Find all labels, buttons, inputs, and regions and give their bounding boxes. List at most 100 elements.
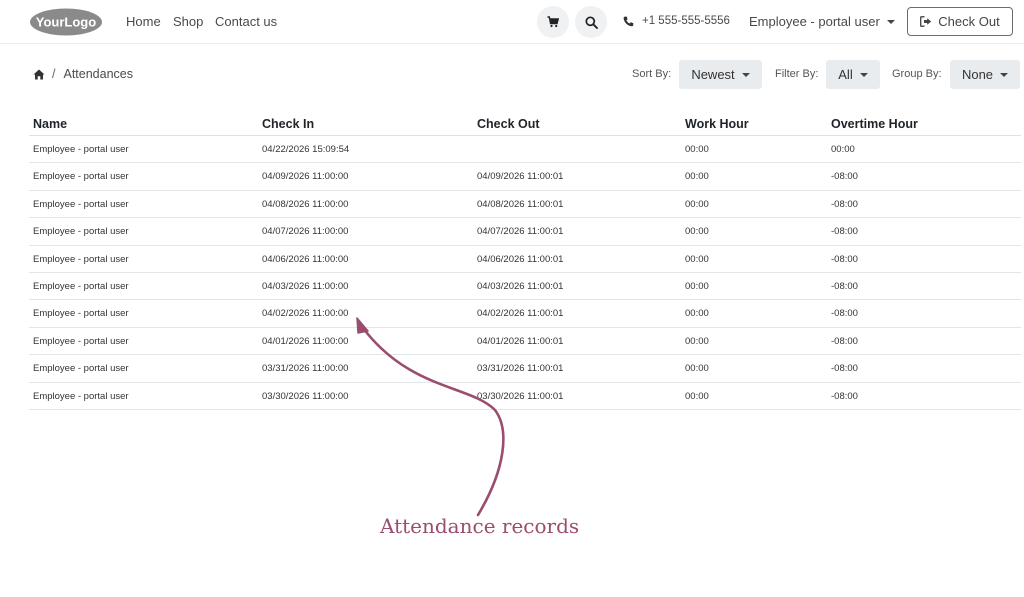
table-body: Employee - portal user 04/22/2026 15:09:5… xyxy=(29,136,1021,410)
cell-name: Employee - portal user xyxy=(33,308,129,320)
cell-work-hour: 00:00 xyxy=(685,198,709,210)
cell-name: Employee - portal user xyxy=(33,363,129,375)
cell-check-in: 04/07/2026 11:00:00 xyxy=(262,226,349,238)
cell-overtime-hour: -08:00 xyxy=(831,308,858,320)
search-icon xyxy=(584,15,598,29)
cell-check-in: 04/22/2026 15:09:54 xyxy=(262,144,350,155)
chevron-down-icon xyxy=(1000,72,1009,77)
table-row[interactable]: Employee - portal user 04/08/2026 11:00:0… xyxy=(29,191,1021,219)
cell-check-in: 03/30/2026 11:00:00 xyxy=(262,390,349,402)
cell-work-hour: 00:00 xyxy=(685,171,709,183)
logo[interactable]: YourLogo xyxy=(29,8,103,36)
cell-check-out: 03/30/2026 11:00:01 xyxy=(477,390,564,402)
nav-home-link[interactable]: Home xyxy=(126,14,161,29)
cell-name: Employee - portal user xyxy=(33,253,129,265)
filter-by-label: Filter By: xyxy=(775,68,819,80)
annotation-label: Attendance records xyxy=(380,514,580,538)
table-header-row: Name Check In Check Out Work Hour Overti… xyxy=(29,109,1021,136)
table-row[interactable]: Employee - portal user 03/30/2026 11:00:0… xyxy=(29,383,1021,410)
cell-work-hour: 00:00 xyxy=(685,335,709,347)
cell-name: Employee - portal user xyxy=(33,335,129,347)
filter-by-dropdown[interactable]: All xyxy=(826,60,880,89)
nav-shop-link[interactable]: Shop xyxy=(173,14,203,29)
phone-contact[interactable]: +1 555-555-5556 xyxy=(623,15,730,27)
user-menu-dropdown[interactable]: Employee - portal user xyxy=(749,14,895,29)
cell-overtime-hour: -08:00 xyxy=(831,171,858,183)
group-by-value: None xyxy=(961,67,994,82)
cell-overtime-hour: -08:00 xyxy=(831,198,858,210)
cell-check-out: 04/02/2026 11:00:01 xyxy=(477,308,564,320)
breadcrumb-current: Attendances xyxy=(63,67,133,81)
logo-text: YourLogo xyxy=(36,15,96,30)
check-out-button[interactable]: Check Out xyxy=(907,7,1013,36)
cell-check-out: 04/08/2026 11:00:01 xyxy=(477,198,564,210)
cell-work-hour: 00:00 xyxy=(685,144,709,155)
cell-overtime-hour: 00:00 xyxy=(831,144,855,155)
cell-check-out: 04/03/2026 11:00:01 xyxy=(477,280,564,292)
cell-check-in: 04/09/2026 11:00:00 xyxy=(262,171,349,183)
cell-overtime-hour: -08:00 xyxy=(831,253,858,265)
sort-by-dropdown[interactable]: Newest xyxy=(679,60,762,89)
column-header-overtime-hour[interactable]: Overtime Hour xyxy=(831,117,918,131)
table-row[interactable]: Employee - portal user 04/03/2026 11:00:0… xyxy=(29,273,1021,301)
cell-check-in: 03/31/2026 11:00:00 xyxy=(262,363,349,375)
cell-overtime-hour: -08:00 xyxy=(831,390,858,402)
table-row[interactable]: Employee - portal user 04/01/2026 11:00:0… xyxy=(29,328,1021,356)
nav-contact-link[interactable]: Contact us xyxy=(215,14,277,29)
cell-overtime-hour: -08:00 xyxy=(831,335,858,347)
sign-out-icon xyxy=(920,16,932,27)
table-row[interactable]: Employee - portal user 04/09/2026 11:00:0… xyxy=(29,163,1021,191)
cell-check-out: 04/01/2026 11:00:01 xyxy=(477,335,564,347)
column-header-name[interactable]: Name xyxy=(33,117,67,131)
user-name: Employee - portal user xyxy=(749,14,880,29)
breadcrumb-separator: / xyxy=(52,67,56,81)
column-header-check-out[interactable]: Check Out xyxy=(477,117,540,131)
cell-check-out: 04/07/2026 11:00:01 xyxy=(477,226,564,238)
cell-check-out: 04/09/2026 11:00:01 xyxy=(477,171,564,183)
cell-check-out: 03/31/2026 11:00:01 xyxy=(477,363,564,375)
cell-check-in: 04/08/2026 11:00:00 xyxy=(262,198,349,210)
cell-work-hour: 00:00 xyxy=(685,363,709,375)
column-header-check-in[interactable]: Check In xyxy=(262,117,314,131)
attendance-table: Name Check In Check Out Work Hour Overti… xyxy=(29,109,1021,410)
chevron-down-icon xyxy=(886,19,895,24)
cell-name: Employee - portal user xyxy=(33,144,129,155)
column-header-work-hour[interactable]: Work Hour xyxy=(685,117,749,131)
phone-icon xyxy=(623,16,634,26)
cell-check-out: 04/06/2026 11:00:01 xyxy=(477,253,564,265)
sort-by-label: Sort By: xyxy=(632,68,672,80)
cell-name: Employee - portal user xyxy=(33,171,129,183)
check-out-label: Check Out xyxy=(938,14,1000,29)
group-by-dropdown[interactable]: None xyxy=(950,60,1020,89)
table-row[interactable]: Employee - portal user 04/22/2026 15:09:5… xyxy=(29,136,1021,164)
cell-work-hour: 00:00 xyxy=(685,253,709,265)
cell-work-hour: 00:00 xyxy=(685,390,709,402)
cart-icon xyxy=(547,16,559,28)
home-icon[interactable] xyxy=(33,69,45,80)
table-row[interactable]: Employee - portal user 04/02/2026 11:00:0… xyxy=(29,300,1021,328)
breadcrumb: / Attendances xyxy=(33,67,133,81)
cell-name: Employee - portal user xyxy=(33,390,129,402)
table-row[interactable]: Employee - portal user 04/07/2026 11:00:0… xyxy=(29,218,1021,246)
top-navbar: YourLogo Home Shop Contact us +1 555-555… xyxy=(0,0,1024,44)
sort-by-value: Newest xyxy=(691,67,735,82)
cell-work-hour: 00:00 xyxy=(685,308,709,320)
cell-work-hour: 00:00 xyxy=(685,226,709,238)
cell-overtime-hour: -08:00 xyxy=(831,363,858,375)
cell-name: Employee - portal user xyxy=(33,198,129,210)
cell-overtime-hour: -08:00 xyxy=(831,226,858,238)
table-row[interactable]: Employee - portal user 03/31/2026 11:00:0… xyxy=(29,355,1021,383)
search-button[interactable] xyxy=(575,6,607,38)
cell-check-in: 04/06/2026 11:00:00 xyxy=(262,253,349,265)
cell-name: Employee - portal user xyxy=(33,226,129,238)
table-row[interactable]: Employee - portal user 04/06/2026 11:00:0… xyxy=(29,246,1021,273)
cell-work-hour: 00:00 xyxy=(685,280,709,292)
chevron-down-icon xyxy=(741,72,750,77)
cell-check-in: 04/03/2026 11:00:00 xyxy=(262,280,349,292)
phone-number: +1 555-555-5556 xyxy=(642,15,730,27)
chevron-down-icon xyxy=(859,72,868,77)
cell-name: Employee - portal user xyxy=(33,280,129,292)
cell-check-in: 04/02/2026 11:00:00 xyxy=(262,308,349,320)
cart-button[interactable] xyxy=(537,6,569,38)
cell-check-in: 04/01/2026 11:00:00 xyxy=(262,335,349,347)
